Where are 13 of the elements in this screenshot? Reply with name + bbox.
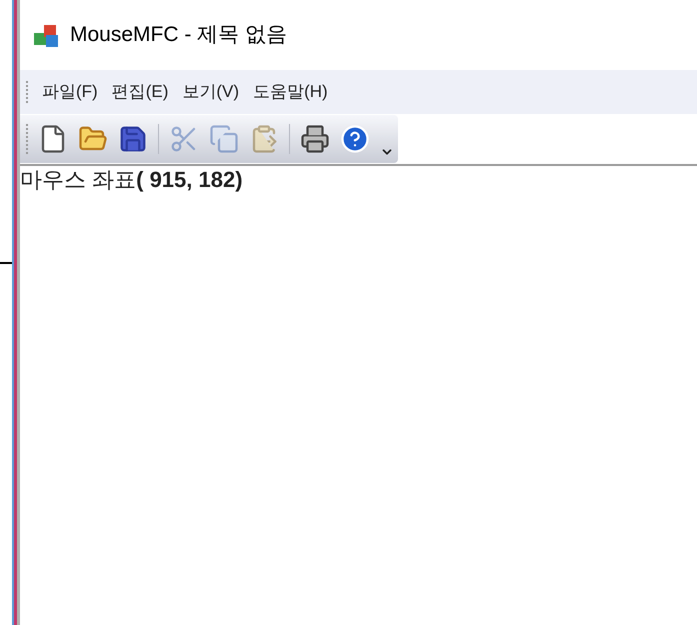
printer-button[interactable] <box>300 124 330 154</box>
copy-icon <box>209 124 239 154</box>
save-icon <box>118 124 148 154</box>
menu-item[interactable]: 보기(V) <box>182 79 240 105</box>
menu-item[interactable]: 파일(F) <box>42 79 98 105</box>
menu-item[interactable]: 도움말(H) <box>253 79 328 105</box>
help-icon <box>340 124 370 154</box>
mouse-coordinates: 마우스 좌표( 915, 182) <box>20 166 244 194</box>
window-title: MouseMFC - 제목 없음 <box>70 22 288 48</box>
menu-item[interactable]: 편집(E) <box>112 79 168 105</box>
save-button[interactable] <box>118 124 148 154</box>
help-button[interactable] <box>340 124 370 154</box>
printer-icon <box>300 124 330 154</box>
